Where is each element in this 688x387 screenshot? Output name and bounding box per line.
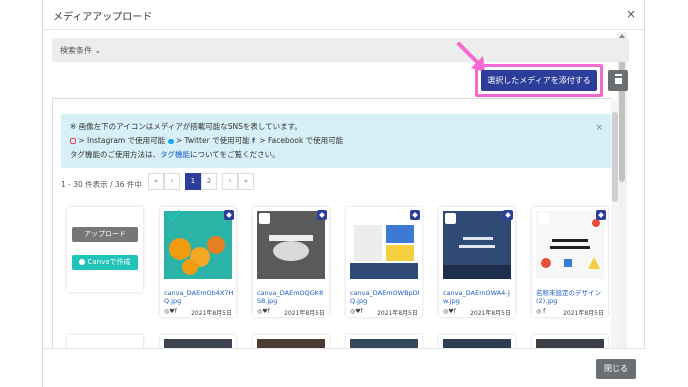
media-card[interactable]: canva_DAEmOQGK8S8.jpg ◎♥f 2021年8月5日 — [253, 207, 329, 317]
media-date: 2021年8月5日 — [284, 310, 325, 317]
select-checkbox[interactable] — [259, 213, 270, 224]
sns-info-alert: ※ 画像左下のアイコンはメディアが搭載可能なSNSを表しています。 > Inst… — [61, 114, 611, 168]
scroll-thumb[interactable] — [619, 42, 625, 182]
upload-button[interactable]: アップロード — [72, 227, 138, 242]
twitter-usable-text: > Twitter で使用可能 — [175, 136, 250, 145]
close-icon[interactable]: × — [626, 8, 636, 20]
tag-icon[interactable] — [596, 210, 606, 220]
modal-footer: 閉じる — [43, 348, 646, 387]
tag-help-link[interactable]: タグ機能 — [160, 150, 190, 159]
page-next-button[interactable]: › — [222, 173, 238, 190]
modal-header: メディアアップロード × — [43, 0, 646, 30]
canva-icon — [79, 259, 86, 265]
media-card[interactable]: canva_DAEmOWA4-Jw.jpg ◎♥f 2021年8月5日 — [439, 207, 515, 317]
page-last-button[interactable]: » — [238, 173, 254, 190]
search-conditions-label[interactable]: 検索条件 ⌄ — [60, 45, 101, 56]
sns-icons: ◎ f — [536, 308, 546, 315]
media-card[interactable]: canva_DAEmOWBpDIQ.jpg ◎♥f 2021年8月5日 — [346, 207, 422, 317]
page-2-button[interactable]: 2 — [201, 173, 217, 190]
media-filename[interactable]: 名称未設定のデザイン (2).jpg — [536, 289, 606, 305]
facebook-icon: f — [251, 136, 256, 145]
media-card[interactable]: 名称未設定のデザイン (2).jpg ◎ f 2021年8月5日 — [532, 207, 608, 317]
result-count: 1 - 30 件表示 / 36 件中 — [61, 180, 142, 189]
media-filename[interactable]: canva_DAEmOWBpDIQ.jpg — [350, 289, 420, 305]
sns-icons: ◎♥f — [164, 308, 177, 315]
upload-card: アップロード Canvaで作成 — [67, 207, 143, 292]
media-filename[interactable]: canva_DAEmOWA4-Jw.jpg — [443, 289, 513, 305]
selected-check-icon[interactable] — [166, 209, 182, 223]
select-checkbox[interactable] — [538, 213, 549, 224]
delete-button[interactable] — [608, 70, 628, 91]
close-button[interactable]: 閉じる — [596, 359, 636, 379]
instagram-usable-text: > Instagram で使用可能 — [78, 136, 166, 145]
instagram-icon — [70, 138, 76, 144]
twitter-icon — [167, 138, 174, 144]
info-line-3: タグ機能のご使用方法は、タグ機能についてをご覧ください。 — [70, 149, 280, 160]
media-date: 2021年8月5日 — [563, 310, 604, 317]
sns-icons: ◎♥f — [350, 308, 363, 315]
tag-icon[interactable] — [503, 210, 513, 220]
sns-icons: ◎♥f — [257, 308, 270, 315]
sns-icons: ◎♥f — [443, 308, 456, 315]
media-area-scroll-thumb[interactable] — [612, 112, 618, 202]
facebook-usable-text: > Facebook で使用可能 — [259, 136, 344, 145]
canva-create-label: Canvaで作成 — [87, 258, 131, 266]
tag-help-prefix: タグ機能のご使用方法は、 — [70, 150, 160, 159]
tag-help-suffix: についてをご覧ください。 — [190, 150, 280, 159]
select-checkbox[interactable] — [352, 213, 363, 224]
info-line-2: > Instagram で使用可能 > Twitter で使用可能 f > Fa… — [70, 135, 343, 146]
attach-selected-media-button[interactable]: 選択したメディアを添付する — [481, 70, 597, 91]
page-prev-button[interactable]: ‹ — [164, 173, 180, 190]
tag-icon[interactable] — [317, 210, 327, 220]
select-checkbox[interactable] — [445, 213, 456, 224]
media-filename[interactable]: canva_DAEmOb4X7HQ.jpg — [164, 289, 234, 305]
canva-create-button[interactable]: Canvaで作成 — [72, 255, 138, 270]
tag-icon[interactable] — [410, 210, 420, 220]
modal-title: メディアアップロード — [53, 12, 153, 23]
media-date: 2021年8月5日 — [470, 310, 511, 317]
page-first-button[interactable]: « — [148, 173, 164, 190]
media-upload-modal: メディアアップロード × 検索条件 ⌄ 選択したメディアを添付する ※ 画像左下… — [42, 0, 646, 387]
tag-icon[interactable] — [224, 210, 234, 220]
info-line-1: ※ 画像左下のアイコンはメディアが搭載可能なSNSを表しています。 — [70, 122, 302, 131]
media-date: 2021年8月5日 — [191, 310, 232, 317]
media-date: 2021年8月5日 — [377, 310, 418, 317]
page-1-button[interactable]: 1 — [185, 173, 201, 190]
media-area: ※ 画像左下のアイコンはメディアが搭載可能なSNSを表しています。 > Inst… — [52, 98, 612, 358]
media-filename[interactable]: canva_DAEmOQGK8S8.jpg — [257, 289, 327, 305]
search-conditions-panel[interactable]: 検索条件 ⌄ — [52, 38, 629, 62]
media-area-scrollbar[interactable] — [611, 100, 619, 350]
info-close-icon[interactable]: × — [595, 123, 603, 133]
media-card[interactable]: canva_DAEmOb4X7HQ.jpg ◎♥f 2021年8月5日 — [160, 207, 236, 317]
trash-icon — [615, 76, 622, 84]
